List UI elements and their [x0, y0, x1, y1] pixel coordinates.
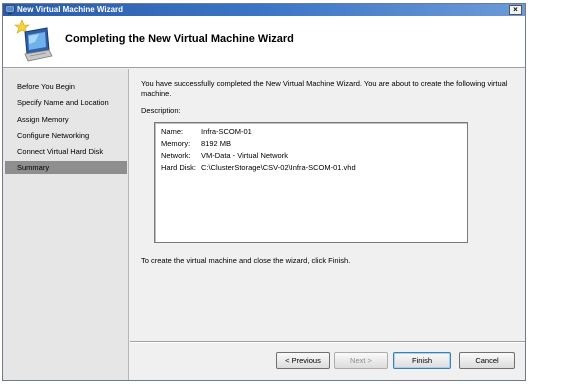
- description-value: VM-Data - Virtual Network: [201, 151, 288, 160]
- description-key: Network:: [161, 151, 191, 160]
- next-button[interactable]: Next >: [334, 352, 388, 369]
- title-bar[interactable]: New Virtual Machine Wizard ×: [3, 4, 525, 16]
- wizard-step-nav: Before You Begin Specify Name and Locati…: [3, 69, 129, 380]
- summary-panel: You have successfully completed the New …: [130, 69, 525, 380]
- description-row: Network: VM-Data - Virtual Network: [161, 151, 288, 161]
- description-value: 8192 MB: [201, 139, 232, 148]
- close-icon: ×: [513, 5, 518, 14]
- completion-message: You have successfully completed the New …: [141, 79, 508, 98]
- wizard-header: Completing the New Virtual Machine Wizar…: [3, 16, 525, 68]
- virtual-machine-icon: [5, 5, 15, 15]
- nav-item-summary[interactable]: Summary: [5, 161, 127, 174]
- description-row: Memory: 8192 MB: [161, 139, 231, 149]
- description-row: Hard Disk: C:\ClusterStorage\CSV-02\Infra…: [161, 163, 356, 173]
- nav-item-connect-virtual-hard-disk[interactable]: Connect Virtual Hard Disk: [5, 145, 127, 158]
- nav-item-specify-name-and-location[interactable]: Specify Name and Location: [5, 96, 127, 109]
- description-key: Name:: [161, 127, 184, 136]
- window-title: New Virtual Machine Wizard: [17, 5, 124, 14]
- description-row: Name: Infra-SCOM-01: [161, 127, 252, 137]
- nav-item-assign-memory[interactable]: Assign Memory: [5, 113, 127, 126]
- description-key: Memory:: [161, 139, 191, 148]
- button-separator: [130, 341, 525, 343]
- wizard-computer-icon: [14, 20, 53, 62]
- description-value: Infra-SCOM-01: [201, 127, 252, 136]
- cancel-button[interactable]: Cancel: [459, 352, 515, 369]
- description-value: C:\ClusterStorage\CSV-02\Infra-SCOM-01.v…: [201, 163, 356, 172]
- page-title: Completing the New Virtual Machine Wizar…: [65, 33, 294, 45]
- close-button[interactable]: ×: [509, 5, 522, 15]
- description-textbox[interactable]: Name: Infra-SCOM-01 Memory: 8192 MB Networ…: [154, 122, 468, 243]
- finish-instruction: To create the virtual machine and close …: [141, 256, 351, 265]
- finish-button[interactable]: Finish: [393, 352, 451, 369]
- nav-item-configure-networking[interactable]: Configure Networking: [5, 129, 127, 142]
- previous-button[interactable]: < Previous: [276, 352, 330, 369]
- wizard-window: New Virtual Machine Wizard × Completing …: [2, 3, 526, 381]
- description-label: Description:: [141, 106, 181, 115]
- description-key: Hard Disk:: [161, 163, 197, 172]
- nav-item-before-you-begin[interactable]: Before You Begin: [5, 80, 127, 93]
